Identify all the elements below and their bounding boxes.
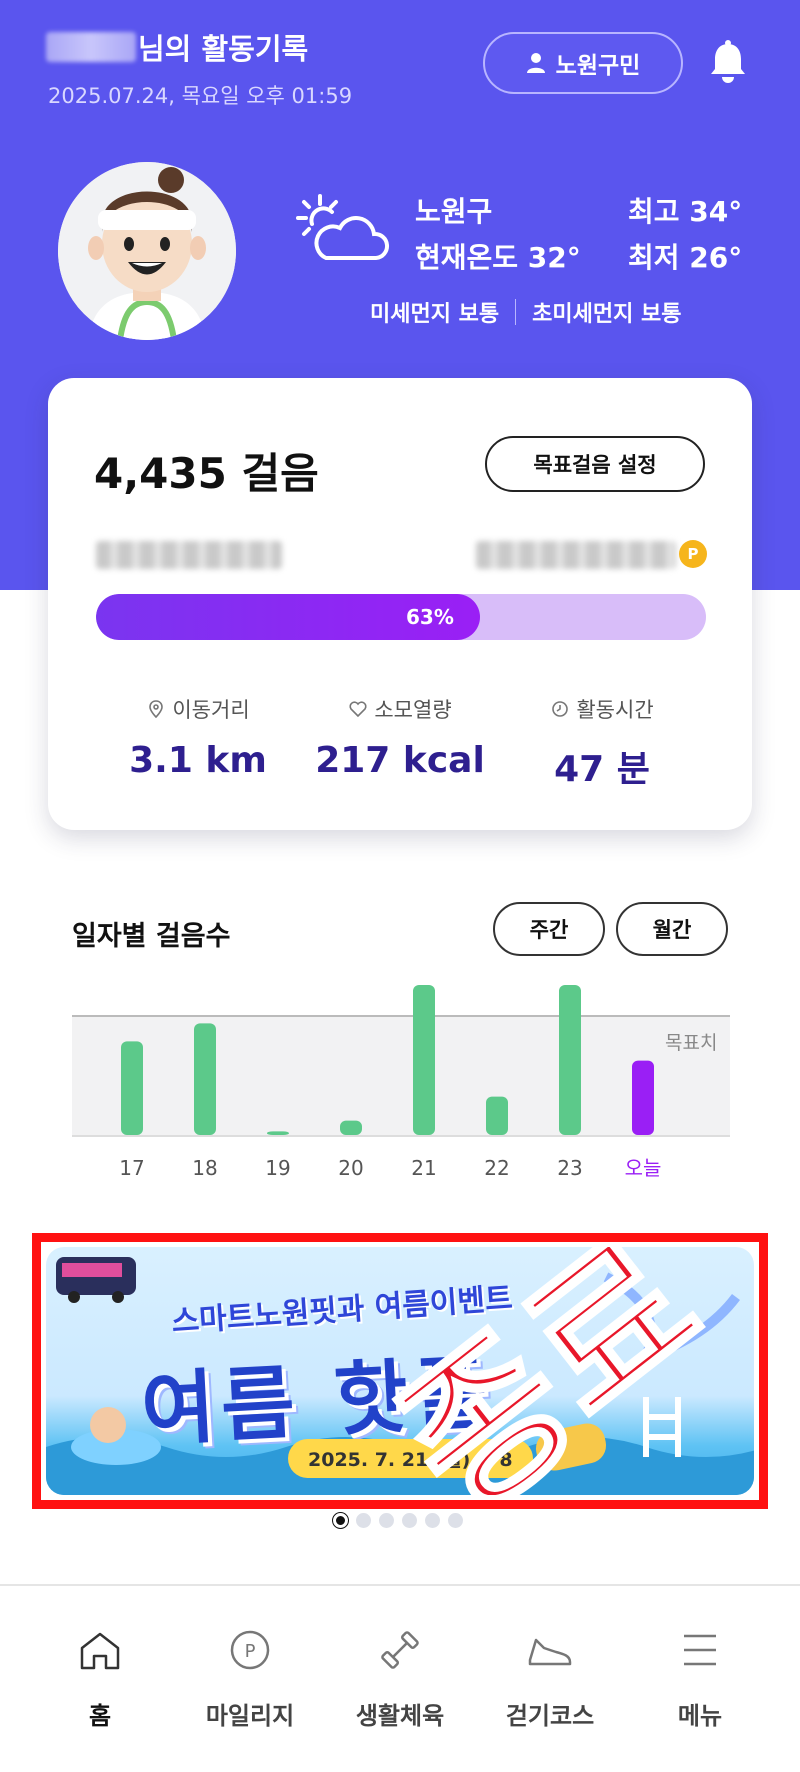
active-time-stat: 활동시간 47 분 xyxy=(502,694,702,792)
nav-menu[interactable]: 메뉴 xyxy=(620,1626,780,1731)
activity-card: 4,435 걸음 목표걸음 설정 P 63% 이동거리 3.1 km 소모열량 … xyxy=(48,378,752,830)
closed-stamp-text: 종료 xyxy=(367,1247,735,1495)
avatar[interactable] xyxy=(58,162,236,340)
shoe-icon xyxy=(528,1638,572,1666)
menu-icon xyxy=(684,1634,716,1666)
activity-title-text: 님의 활동기록 xyxy=(138,32,309,66)
chart-tick-label: 20 xyxy=(338,1156,363,1180)
home-icon xyxy=(80,1632,120,1670)
heart-icon xyxy=(349,701,367,718)
air-quality: 미세먼지 보통 초미세먼지 보통 xyxy=(370,296,681,328)
blurred-goal-info xyxy=(96,541,282,569)
dumbbell-icon xyxy=(381,1631,419,1669)
fine-dust-status: 미세먼지 보통 xyxy=(370,302,500,327)
chart-tick-label: 21 xyxy=(411,1156,436,1180)
goal-progress-label: 63% xyxy=(406,605,454,629)
avatar-character-icon xyxy=(58,162,236,340)
calories-value: 217 kcal xyxy=(315,740,485,781)
resident-button-label: 노원구민 xyxy=(555,53,641,79)
high-temperature: 최고 34° xyxy=(628,195,743,228)
nav-mileage-label: 마일리지 xyxy=(205,1702,295,1730)
clock-icon xyxy=(552,701,569,717)
calories-stat: 소모열량 217 kcal xyxy=(300,694,500,781)
nav-walking-course[interactable]: 걷기코스 xyxy=(470,1626,630,1731)
resident-button[interactable]: 노원구민 xyxy=(483,32,683,94)
weather-region: 노원구 xyxy=(415,195,493,228)
pagination-dot[interactable] xyxy=(333,1513,348,1528)
divider xyxy=(515,299,517,325)
activity-title: 님의 활동기록 xyxy=(46,26,308,68)
current-datetime: 2025.07.24, 목요일 오후 01:59 xyxy=(48,84,353,108)
pagination-dot[interactable] xyxy=(448,1513,463,1528)
goal-progress-bar: 63% xyxy=(96,594,706,640)
nav-home-label: 홈 xyxy=(88,1702,112,1730)
mileage-icon: P xyxy=(230,1630,270,1670)
distance-label: 이동거리 xyxy=(172,698,250,722)
partly-cloudy-icon xyxy=(296,194,389,260)
low-temperature: 최저 26° xyxy=(628,241,743,274)
point-coin-icon: P xyxy=(679,540,707,568)
chart-tick-label: 오늘 xyxy=(625,1156,662,1180)
nav-sports-label: 생활체육 xyxy=(355,1702,445,1730)
distance-stat: 이동거리 3.1 km xyxy=(98,694,298,781)
tab-weekly[interactable]: 주간 xyxy=(493,902,605,956)
distance-value: 3.1 km xyxy=(129,740,267,781)
closed-stamp: 종료 xyxy=(365,1247,737,1495)
active-time-label: 활동시간 xyxy=(576,698,654,722)
person-icon xyxy=(526,53,545,73)
nav-home[interactable]: 홈 xyxy=(20,1626,180,1731)
chart-tick-label: 17 xyxy=(119,1156,144,1180)
daily-steps-chart-area xyxy=(72,1015,730,1137)
calories-label: 소모열량 xyxy=(374,698,452,722)
nav-mileage[interactable]: P 마일리지 xyxy=(170,1626,330,1731)
pagination-dot[interactable] xyxy=(356,1513,371,1528)
goal-line-label: 목표치 xyxy=(665,1032,718,1054)
banner-pagination xyxy=(333,1513,463,1528)
pagination-dot[interactable] xyxy=(425,1513,440,1528)
nav-menu-label: 메뉴 xyxy=(677,1702,723,1730)
nav-walking-course-label: 걷기코스 xyxy=(505,1702,595,1730)
location-pin-icon xyxy=(149,700,164,719)
blurred-point-info xyxy=(476,541,676,569)
chart-tick-label: 23 xyxy=(557,1156,582,1180)
chart-tick-label: 18 xyxy=(192,1156,217,1180)
bottom-navigation: 홈 P 마일리지 생활체육 걷기코스 메뉴 xyxy=(0,1584,800,1772)
ultra-fine-dust-status: 초미세먼지 보통 xyxy=(532,302,682,327)
chart-tick-label: 19 xyxy=(265,1156,290,1180)
daily-steps-title: 일자별 걸음수 xyxy=(72,921,231,952)
current-temperature: 현재온도 32° xyxy=(415,241,581,274)
notification-bell-icon[interactable] xyxy=(706,40,750,86)
event-banner[interactable]: 스마트노원핏과 여름이벤트 여름 핫플 2025. 7. 21.(월) ~ 8 … xyxy=(46,1247,754,1495)
set-goal-button[interactable]: 목표걸음 설정 xyxy=(485,436,705,492)
tab-monthly[interactable]: 월간 xyxy=(616,902,728,956)
blurred-username xyxy=(46,32,136,62)
active-time-value: 47 분 xyxy=(554,749,650,790)
svg-text:P: P xyxy=(245,1641,256,1662)
pagination-dot[interactable] xyxy=(402,1513,417,1528)
step-count: 4,435 걸음 xyxy=(94,449,319,498)
nav-sports[interactable]: 생활체육 xyxy=(320,1626,480,1731)
chart-tick-label: 22 xyxy=(484,1156,509,1180)
pagination-dot[interactable] xyxy=(379,1513,394,1528)
